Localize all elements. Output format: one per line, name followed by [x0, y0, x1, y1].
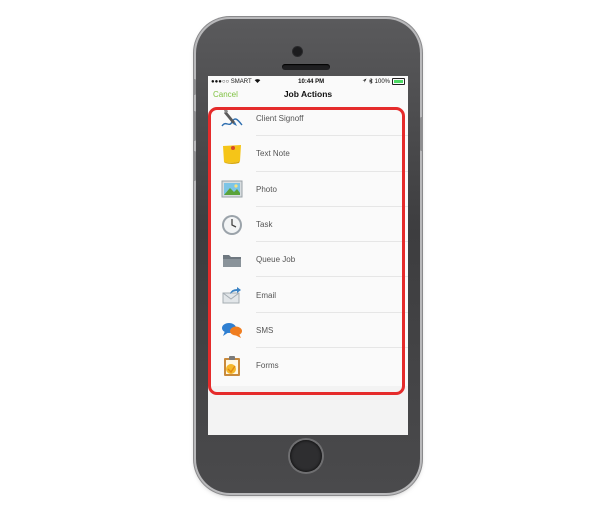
- volume-up-button: [193, 111, 196, 141]
- wifi-icon: [254, 78, 261, 85]
- status-bar: ●●●○○ SMART 10:44 PM 100%: [208, 76, 408, 87]
- earpiece-speaker: [282, 64, 330, 70]
- page-title: Job Actions: [283, 89, 333, 99]
- battery-icon: [392, 78, 405, 85]
- bluetooth-icon: [368, 77, 373, 86]
- volume-down-button: [193, 151, 196, 181]
- battery-percent: 100%: [374, 78, 390, 85]
- highlight-frame: [208, 107, 405, 395]
- front-camera: [293, 47, 302, 56]
- status-time: 10:44 PM: [298, 78, 325, 85]
- cancel-button[interactable]: Cancel: [213, 90, 238, 99]
- mute-switch: [193, 79, 196, 95]
- carrier-label: ●●●○○ SMART: [211, 78, 252, 85]
- navigation-bar: Cancel Job Actions: [208, 87, 408, 102]
- location-icon: [362, 78, 367, 85]
- home-button[interactable]: [290, 440, 322, 472]
- power-button: [420, 117, 423, 151]
